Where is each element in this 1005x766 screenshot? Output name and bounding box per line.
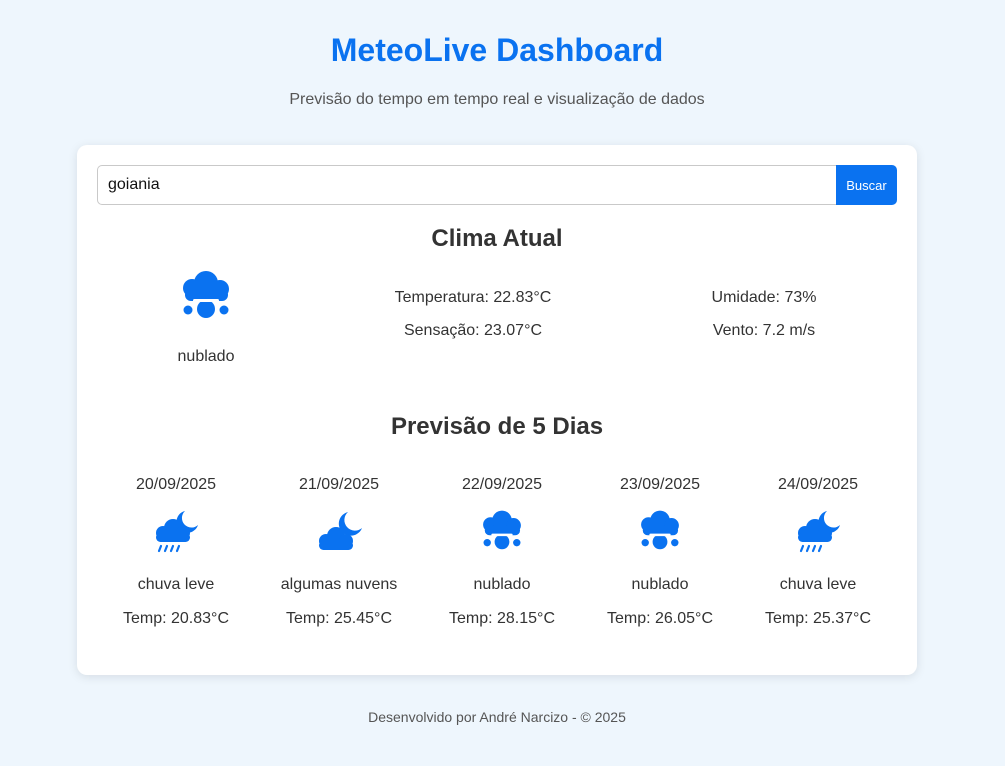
forecast-date: 23/09/2025 bbox=[619, 476, 701, 493]
forecast-title: Previsão de 5 Dias bbox=[390, 413, 604, 440]
page-subtitle: Previsão do tempo em tempo real e visual… bbox=[289, 91, 705, 108]
forecast-temp: Temp: 28.15°C bbox=[448, 610, 555, 627]
forecast-day: 23/09/2025 nublado Temp: 26.05°C bbox=[585, 475, 735, 635]
forecast-description: chuva leve bbox=[137, 576, 215, 593]
current-temperature: Temperatura: 22.83°C bbox=[394, 289, 552, 306]
current-humidity: Umidade: 73% bbox=[711, 289, 817, 306]
fog-cloud-icon bbox=[477, 509, 527, 555]
current-feels-like: Sensação: 23.07°C bbox=[403, 322, 543, 339]
cloud-moon-icon bbox=[314, 509, 364, 555]
footer-credit: Desenvolvido por André Narcizo - © 2025 bbox=[368, 709, 626, 725]
city-search-input[interactable] bbox=[97, 165, 836, 205]
forecast-day: 20/09/2025 chuva leve Temp: 20.83°C bbox=[101, 475, 251, 635]
cloud-moon-rain-icon bbox=[793, 509, 843, 555]
page-title: MeteoLive Dashboard bbox=[330, 32, 664, 68]
search-button[interactable]: Buscar bbox=[836, 165, 897, 205]
current-weather-title: Clima Atual bbox=[431, 225, 563, 252]
forecast-date: 20/09/2025 bbox=[135, 476, 217, 493]
forecast-date: 22/09/2025 bbox=[461, 476, 543, 493]
forecast-day: 22/09/2025 nublado Temp: 28.15°C bbox=[427, 475, 577, 635]
cloud-moon-rain-icon bbox=[151, 509, 201, 555]
forecast-description: chuva leve bbox=[779, 576, 857, 593]
forecast-date: 21/09/2025 bbox=[298, 476, 380, 493]
forecast-temp: Temp: 20.83°C bbox=[122, 610, 229, 627]
forecast-description: nublado bbox=[473, 576, 531, 593]
forecast-description: nublado bbox=[631, 576, 689, 593]
current-description: nublado bbox=[177, 348, 235, 365]
fog-cloud-icon bbox=[635, 509, 685, 555]
forecast-description: algumas nuvens bbox=[280, 576, 398, 593]
fog-cloud-icon bbox=[176, 269, 236, 325]
current-wind: Vento: 7.2 m/s bbox=[712, 322, 816, 339]
forecast-temp: Temp: 25.37°C bbox=[764, 610, 871, 627]
forecast-day: 21/09/2025 algumas nuvens Temp: 25.45°C bbox=[264, 475, 414, 635]
search-bar: Buscar bbox=[97, 165, 897, 205]
forecast-day: 24/09/2025 chuva leve Temp: 25.37°C bbox=[743, 475, 893, 635]
forecast-temp: Temp: 26.05°C bbox=[606, 610, 713, 627]
weather-card: Buscar Clima Atual nublado Temperatura: … bbox=[77, 145, 917, 675]
forecast-temp: Temp: 25.45°C bbox=[285, 610, 392, 627]
forecast-date: 24/09/2025 bbox=[777, 476, 859, 493]
